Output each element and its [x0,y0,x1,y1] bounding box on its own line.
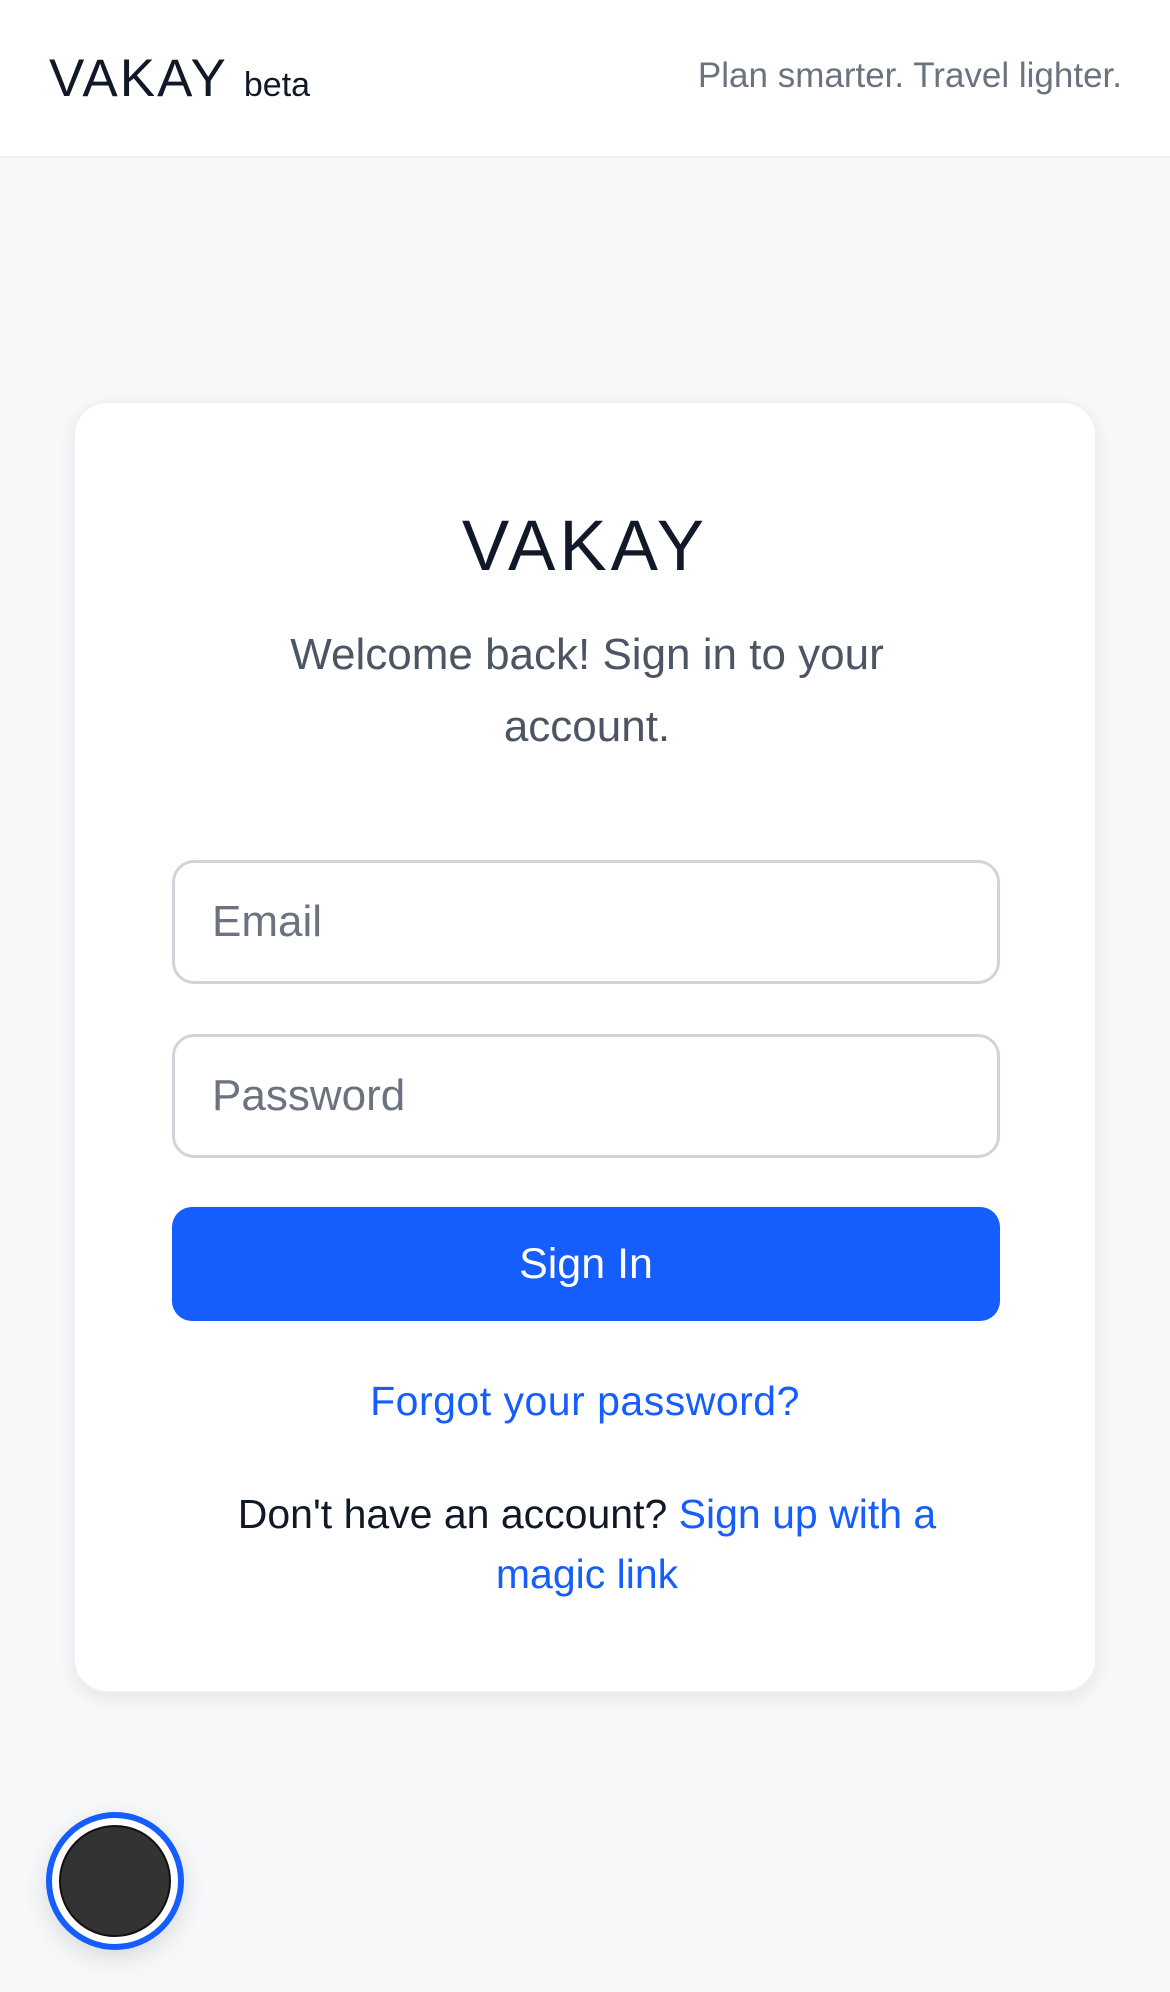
floating-action-button[interactable] [46,1812,184,1950]
signup-prompt-text: Don't have an account? [237,1491,679,1537]
signup-prompt: Don't have an account? Sign up with a ma… [195,1484,979,1604]
password-input[interactable] [172,1034,1000,1158]
header-tagline: Plan smarter. Travel lighter. [697,56,1122,95]
brand-logo[interactable]: VAKAY beta [49,48,310,109]
sign-in-button[interactable]: Sign In [172,1207,1000,1321]
login-card: VAKAY Welcome back! Sign in to your acco… [73,401,1097,1693]
email-input[interactable] [172,860,1000,984]
login-title: VAKAY [461,507,709,586]
forgot-password-link[interactable]: Forgot your password? [75,1378,1095,1425]
login-subtitle: Welcome back! Sign in to your account. [290,630,884,751]
brand-name: VAKAY [49,49,228,108]
beta-badge: beta [243,66,311,104]
top-navigation-bar: VAKAY beta Plan smarter. Travel lighter. [0,0,1170,158]
circle-avatar-icon [59,1825,171,1937]
